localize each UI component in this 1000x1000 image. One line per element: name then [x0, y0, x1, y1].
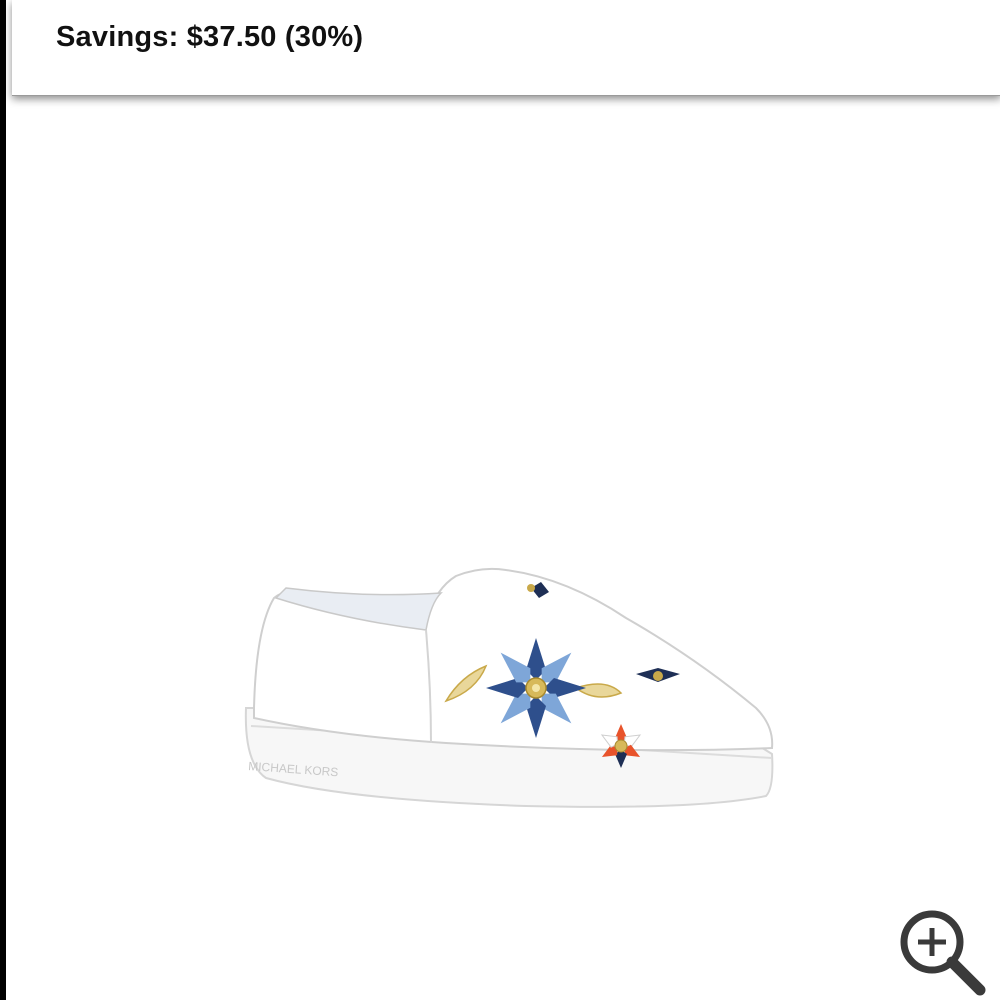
- price-header: Savings: $37.50 (30%): [12, 0, 1000, 96]
- phone-frame: Savings: $37.50 (30%) MICHAEL KORS: [0, 0, 1000, 1000]
- product-image[interactable]: MICHAEL KORS: [226, 558, 796, 838]
- product-image-area[interactable]: MICHAEL KORS: [12, 96, 1000, 1000]
- zoom-in-icon[interactable]: [894, 904, 990, 1000]
- flower-blue: [486, 638, 586, 738]
- savings-text: Savings: $37.50 (30%): [56, 21, 364, 53]
